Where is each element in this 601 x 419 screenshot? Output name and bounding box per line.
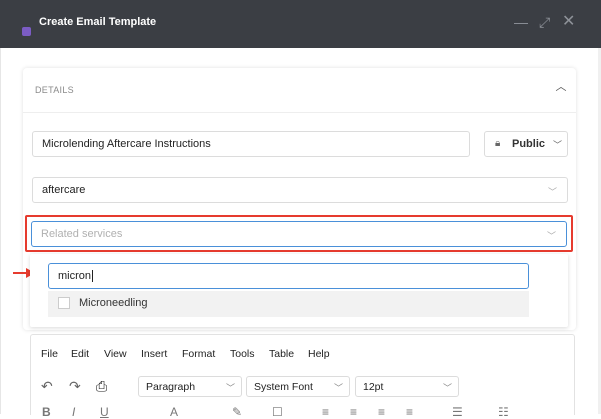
rich-text-editor [30, 334, 575, 415]
lock-icon: 🔒︎ [495, 138, 501, 149]
menu-tools[interactable]: Tools [230, 348, 255, 360]
maximize-icon[interactable]: ⤢ [539, 14, 550, 30]
close-icon[interactable]: ✕ [562, 14, 575, 30]
visibility-select[interactable]: 🔒︎ Public ﹀ [484, 131, 568, 157]
chevron-down-icon: ﹀ [547, 187, 557, 197]
menu-table[interactable]: Table [269, 348, 294, 360]
italic-icon[interactable]: I [72, 405, 75, 419]
block-format-select[interactable]: Paragraph ﹀ [138, 376, 242, 397]
align-justify-icon[interactable]: ≡ [406, 405, 413, 419]
visibility-value: Public [512, 138, 546, 150]
highlight-icon[interactable]: ✎ [232, 405, 242, 419]
menu-insert[interactable]: Insert [141, 348, 167, 360]
font-family-value: System Font [254, 381, 313, 393]
option-microneedling[interactable]: Microneedling [48, 291, 529, 317]
chevron-down-icon: ﹀ [546, 231, 556, 241]
bold-icon[interactable]: B [42, 405, 51, 419]
menu-help[interactable]: Help [308, 348, 330, 360]
title-bar: Create Email Template — ⤢ ✕ [0, 0, 601, 48]
font-family-select[interactable]: System Font ﹀ [246, 376, 350, 397]
font-size-select[interactable]: 12pt ﹀ [355, 376, 459, 397]
menu-file[interactable]: File [41, 348, 58, 360]
chevron-up-icon[interactable]: ︿ [554, 80, 568, 94]
service-search-value: micron [58, 270, 94, 282]
related-services-select[interactable]: Related services ﹀ [31, 221, 567, 247]
service-search-input[interactable]: micron [48, 263, 529, 289]
menu-view[interactable]: View [104, 348, 127, 360]
divider [23, 112, 576, 113]
details-section-label: DETAILS [35, 85, 74, 95]
related-services-placeholder: Related services [41, 228, 123, 240]
clear-format-icon[interactable]: ☐ [272, 405, 283, 419]
chevron-down-icon: ﹀ [333, 383, 343, 393]
align-right-icon[interactable]: ≡ [378, 405, 385, 419]
template-name-input[interactable]: Microlending Aftercare Instructions [32, 131, 470, 157]
app-icon [22, 27, 31, 36]
numbered-list-icon[interactable]: ☷ [498, 405, 509, 419]
window-title: Create Email Template [39, 16, 157, 28]
underline-icon[interactable]: U [100, 405, 109, 419]
redo-icon[interactable]: ↷ [69, 378, 81, 395]
bullet-list-icon[interactable]: ☰ [452, 405, 463, 419]
option-checkbox[interactable] [58, 297, 70, 309]
minimize-icon[interactable]: — [514, 14, 528, 30]
font-size-value: 12pt [363, 381, 384, 393]
menu-format[interactable]: Format [182, 348, 215, 360]
chevron-down-icon: ﹀ [442, 383, 452, 393]
print-icon[interactable]: ⎙ [96, 378, 107, 395]
template-name-value: Microlending Aftercare Instructions [42, 138, 211, 150]
align-left-icon[interactable]: ≡ [322, 405, 329, 419]
category-select[interactable]: aftercare ﹀ [32, 177, 568, 203]
chevron-down-icon: ﹀ [553, 140, 563, 150]
option-label: Microneedling [79, 297, 148, 309]
block-format-value: Paragraph [146, 381, 196, 393]
align-center-icon[interactable]: ≡ [350, 405, 357, 419]
chevron-down-icon: ﹀ [225, 383, 235, 393]
text-color-icon[interactable]: A [170, 405, 178, 419]
menu-edit[interactable]: Edit [71, 348, 89, 360]
category-value: aftercare [42, 184, 86, 196]
undo-icon[interactable]: ↶ [41, 378, 53, 395]
